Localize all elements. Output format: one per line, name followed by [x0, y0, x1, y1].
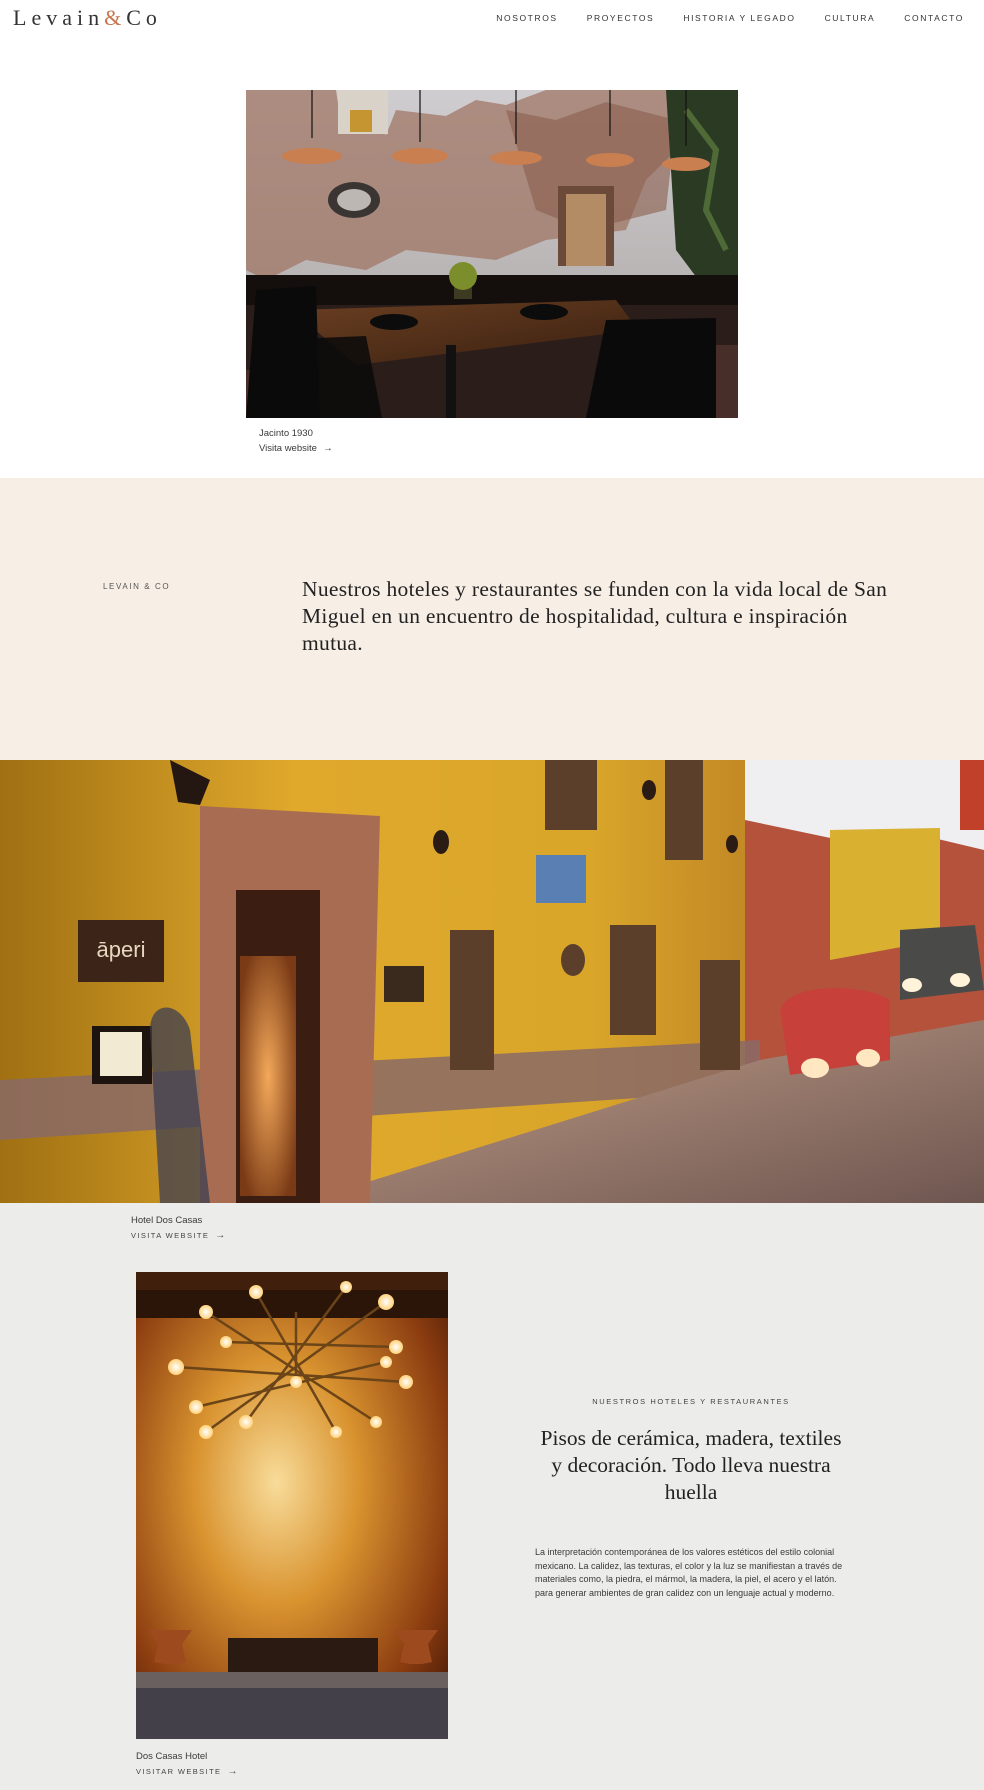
logo[interactable]: Levain&Co — [13, 5, 162, 31]
logo-part1: Levain — [13, 5, 105, 30]
bottom-section: Hotel Dos Casas VISITA WEBSITE → Dos Cas… — [0, 1203, 984, 1790]
nav-cultura[interactable]: CULTURA — [825, 13, 876, 23]
project-title: Hotel Dos Casas — [131, 1215, 203, 1226]
aperi-sign-text: āperi — [97, 937, 146, 962]
visit-website-link[interactable]: VISITAR WEBSITE → — [136, 1766, 239, 1777]
site-header: Levain&Co NOSOTROS PROYECTOS HISTORIA Y … — [0, 0, 984, 40]
jacinto-caption: Jacinto 1930 Visita website → — [259, 428, 333, 454]
arrow-right-icon: → — [215, 1230, 227, 1241]
intro-section: LEVAIN & CO Nuestros hoteles y restauran… — [0, 478, 984, 760]
logo-ampersand: & — [104, 5, 127, 30]
section-label: LEVAIN & CO — [103, 582, 171, 591]
arrow-right-icon: → — [322, 443, 333, 454]
link-label: Visita website — [259, 443, 317, 454]
section-label: NUESTROS HOTELES Y RESTAURANTES — [592, 1397, 790, 1406]
link-label: VISITA WEBSITE — [131, 1231, 210, 1240]
main-nav: NOSOTROS PROYECTOS HISTORIA Y LEGADO CUL… — [496, 13, 964, 23]
chandelier-photo — [136, 1272, 448, 1739]
nav-proyectos[interactable]: PROYECTOS — [587, 13, 655, 23]
project-title: Jacinto 1930 — [259, 428, 313, 439]
logo-part2: Co — [126, 5, 162, 30]
visit-website-link[interactable]: VISITA WEBSITE → — [131, 1230, 227, 1241]
project-title: Dos Casas Hotel — [136, 1751, 208, 1762]
nav-historia[interactable]: HISTORIA Y LEGADO — [683, 13, 795, 23]
dos-casas-caption: Hotel Dos Casas VISITA WEBSITE → — [131, 1215, 227, 1241]
restaurant-photo — [246, 90, 738, 418]
street-photo: āperi — [0, 760, 984, 1203]
feature-body: La interpretación contemporánea de los v… — [535, 1547, 843, 1598]
dos-casas-hotel-caption: Dos Casas Hotel VISITAR WEBSITE → — [136, 1751, 239, 1777]
arrow-right-icon: → — [227, 1766, 239, 1777]
nav-contacto[interactable]: CONTACTO — [904, 13, 964, 23]
link-label: VISITAR WEBSITE — [136, 1767, 222, 1776]
visit-website-link[interactable]: Visita website → — [259, 443, 333, 454]
intro-text: Nuestros hoteles y restaurantes se funde… — [302, 577, 888, 655]
feature-title: Pisos de cerámica, madera, textiles y de… — [540, 1426, 842, 1504]
nav-nosotros[interactable]: NOSOTROS — [496, 13, 557, 23]
